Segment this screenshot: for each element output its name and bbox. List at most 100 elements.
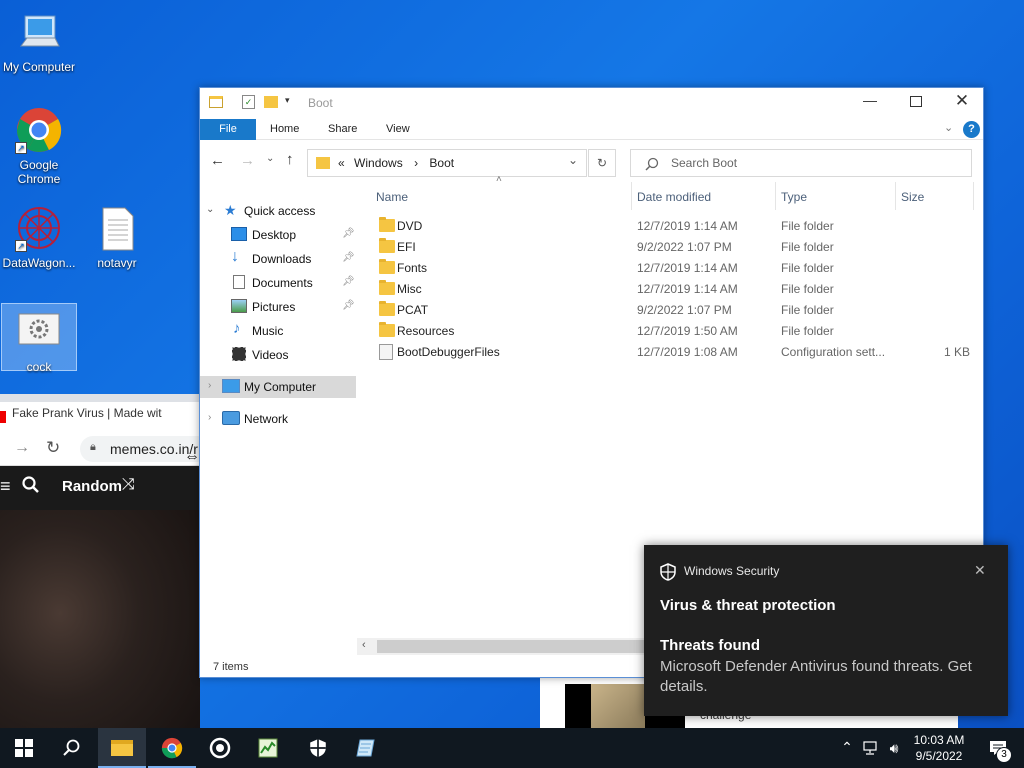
column-header-size[interactable]: Size: [901, 190, 924, 204]
start-button[interactable]: [0, 728, 48, 768]
sort-indicator-icon: ˄: [496, 174, 502, 185]
folder-icon: [379, 259, 395, 274]
breadcrumb-separator[interactable]: ›: [414, 156, 418, 170]
reload-icon[interactable]: ↻: [46, 438, 60, 458]
nav-quick-access[interactable]: ⌄ ★ Quick access: [200, 200, 358, 222]
forward-icon[interactable]: →: [14, 439, 30, 457]
background-browser-window[interactable]: Fake Prank Virus | Made wit → ↻ 🔒︎ memes…: [0, 394, 210, 768]
menu-icon[interactable]: ≡: [0, 476, 11, 497]
nav-videos[interactable]: Videos: [200, 344, 358, 366]
breadcrumb-boot[interactable]: Boot: [429, 156, 454, 170]
chrome-taskbar-icon[interactable]: [148, 728, 196, 768]
new-folder-icon[interactable]: [264, 96, 278, 108]
expand-icon[interactable]: ›: [208, 412, 211, 423]
action-center-button[interactable]: 3: [978, 728, 1018, 768]
search-placeholder: Search Boot: [671, 156, 738, 170]
expand-icon[interactable]: ⌄: [206, 204, 214, 215]
file-row[interactable]: PCAT 9/2/2022 1:07 PM File folder: [370, 299, 982, 320]
breadcrumb-windows[interactable]: Windows: [354, 156, 403, 170]
back-button[interactable]: ←: [210, 152, 225, 169]
pin-icon[interactable]: 📌︎: [342, 228, 355, 239]
desktop-icon-datawagon[interactable]: ↗ DataWagon...: [1, 204, 77, 270]
expand-ribbon-icon[interactable]: ⌄: [944, 121, 953, 134]
desktop-icon-label: cock: [26, 360, 52, 374]
browser-tab[interactable]: Fake Prank Virus | Made wit: [0, 402, 200, 432]
window-title: Boot: [308, 96, 333, 110]
search-input[interactable]: Search Boot: [630, 149, 972, 177]
random-link[interactable]: Random: [62, 478, 122, 495]
desktop-icon-my-computer[interactable]: My Computer: [1, 8, 77, 74]
file-row[interactable]: DVD 12/7/2019 1:14 AM File folder: [370, 215, 982, 236]
windows-security-taskbar-icon[interactable]: [294, 728, 342, 768]
notification-count-badge: 3: [996, 747, 1012, 763]
network-tray-icon[interactable]: [860, 728, 882, 768]
column-header-type[interactable]: Type: [781, 190, 807, 204]
volume-tray-icon[interactable]: 🔊︎: [884, 728, 904, 768]
pin-icon[interactable]: 📌︎: [342, 276, 355, 287]
nav-pictures[interactable]: Pictures 📌︎: [200, 296, 358, 318]
star-icon: ★: [224, 202, 237, 218]
recent-locations-icon[interactable]: ⌄: [266, 153, 274, 164]
properties-icon[interactable]: ✓: [242, 95, 255, 109]
media-player-taskbar-icon[interactable]: [196, 728, 244, 768]
nav-desktop[interactable]: Desktop 📌︎: [200, 224, 358, 246]
show-hidden-icons-button[interactable]: ⌃: [838, 728, 856, 768]
desktop-icon-cock[interactable]: cock: [1, 303, 77, 374]
desktop-icon-notavyr[interactable]: notavyr: [79, 204, 155, 270]
scroll-left-icon[interactable]: ‹: [362, 639, 366, 651]
nav-documents[interactable]: Documents 📌︎: [200, 272, 358, 294]
column-header-date[interactable]: Date modified: [637, 190, 711, 204]
file-row[interactable]: Misc 12/7/2019 1:14 AM File folder: [370, 278, 982, 299]
clock[interactable]: 10:03 AM 9/5/2022: [906, 728, 972, 768]
task-manager-taskbar-icon[interactable]: [244, 728, 292, 768]
folder-icon: [379, 238, 395, 253]
address-bar[interactable]: « Windows › Boot ⌄: [307, 149, 587, 177]
ribbon-tab-share[interactable]: Share: [314, 119, 371, 140]
search-icon: [645, 157, 659, 174]
video-icon: [232, 347, 246, 361]
search-button[interactable]: [48, 728, 96, 768]
title-bar[interactable]: ✓ ▾ Boot — ✕: [200, 88, 983, 116]
column-header-name[interactable]: Name: [376, 190, 408, 204]
browser-tab-title: Fake Prank Virus | Made wit: [12, 406, 162, 420]
address-dropdown-icon[interactable]: ⌄: [568, 153, 578, 167]
scrollbar-thumb[interactable]: [377, 640, 657, 653]
nav-music[interactable]: ♪ Music: [200, 320, 358, 342]
notepad-taskbar-icon[interactable]: [342, 728, 390, 768]
file-row[interactable]: EFI 9/2/2022 1:07 PM File folder: [370, 236, 982, 257]
refresh-button[interactable]: ↻: [588, 149, 616, 177]
datawagon-icon: ↗: [15, 204, 63, 252]
file-row[interactable]: Fonts 12/7/2019 1:14 AM File folder: [370, 257, 982, 278]
notification-body: Microsoft Defender Antivirus found threa…: [660, 658, 972, 695]
file-row[interactable]: Resources 12/7/2019 1:50 AM File folder: [370, 320, 982, 341]
maximize-button[interactable]: [910, 96, 922, 107]
ribbon-tab-home[interactable]: Home: [256, 119, 313, 140]
pin-icon[interactable]: 📌︎: [342, 300, 355, 311]
ribbon-tab-file[interactable]: File: [200, 119, 256, 140]
forward-button[interactable]: →: [240, 152, 255, 169]
file-row[interactable]: BootDebuggerFiles 12/7/2019 1:08 AM Conf…: [370, 341, 982, 362]
minimize-button[interactable]: —: [850, 92, 890, 108]
desktop-icon-chrome[interactable]: ↗ Google Chrome: [1, 106, 77, 186]
help-icon[interactable]: ?: [963, 121, 980, 138]
quick-access-dropdown-icon[interactable]: ▾: [285, 95, 290, 106]
nav-downloads[interactable]: ↓ Downloads 📌︎: [200, 248, 358, 270]
horizontal-scrollbar[interactable]: ‹: [357, 638, 657, 655]
clock-date: 9/5/2022: [915, 749, 963, 763]
search-icon[interactable]: [22, 476, 39, 493]
file-explorer-taskbar-icon[interactable]: [98, 728, 146, 768]
pictures-icon: [231, 299, 247, 313]
nav-network[interactable]: › Network: [200, 408, 358, 430]
desktop-icon-label: notavyr: [97, 256, 137, 270]
notification-close-button[interactable]: ✕: [974, 562, 986, 579]
shuffle-icon[interactable]: ⤨: [122, 476, 135, 494]
folder-icon: [209, 96, 223, 108]
close-button[interactable]: ✕: [942, 91, 982, 111]
nav-my-computer[interactable]: › My Computer: [200, 376, 356, 398]
breadcrumb-chevron[interactable]: «: [338, 156, 345, 170]
security-notification[interactable]: Windows Security ✕ Virus & threat protec…: [644, 545, 1008, 716]
expand-icon[interactable]: ›: [208, 380, 211, 391]
pin-icon[interactable]: 📌︎: [342, 252, 355, 263]
ribbon-tab-view[interactable]: View: [372, 119, 424, 140]
up-button[interactable]: ↑: [286, 151, 294, 168]
